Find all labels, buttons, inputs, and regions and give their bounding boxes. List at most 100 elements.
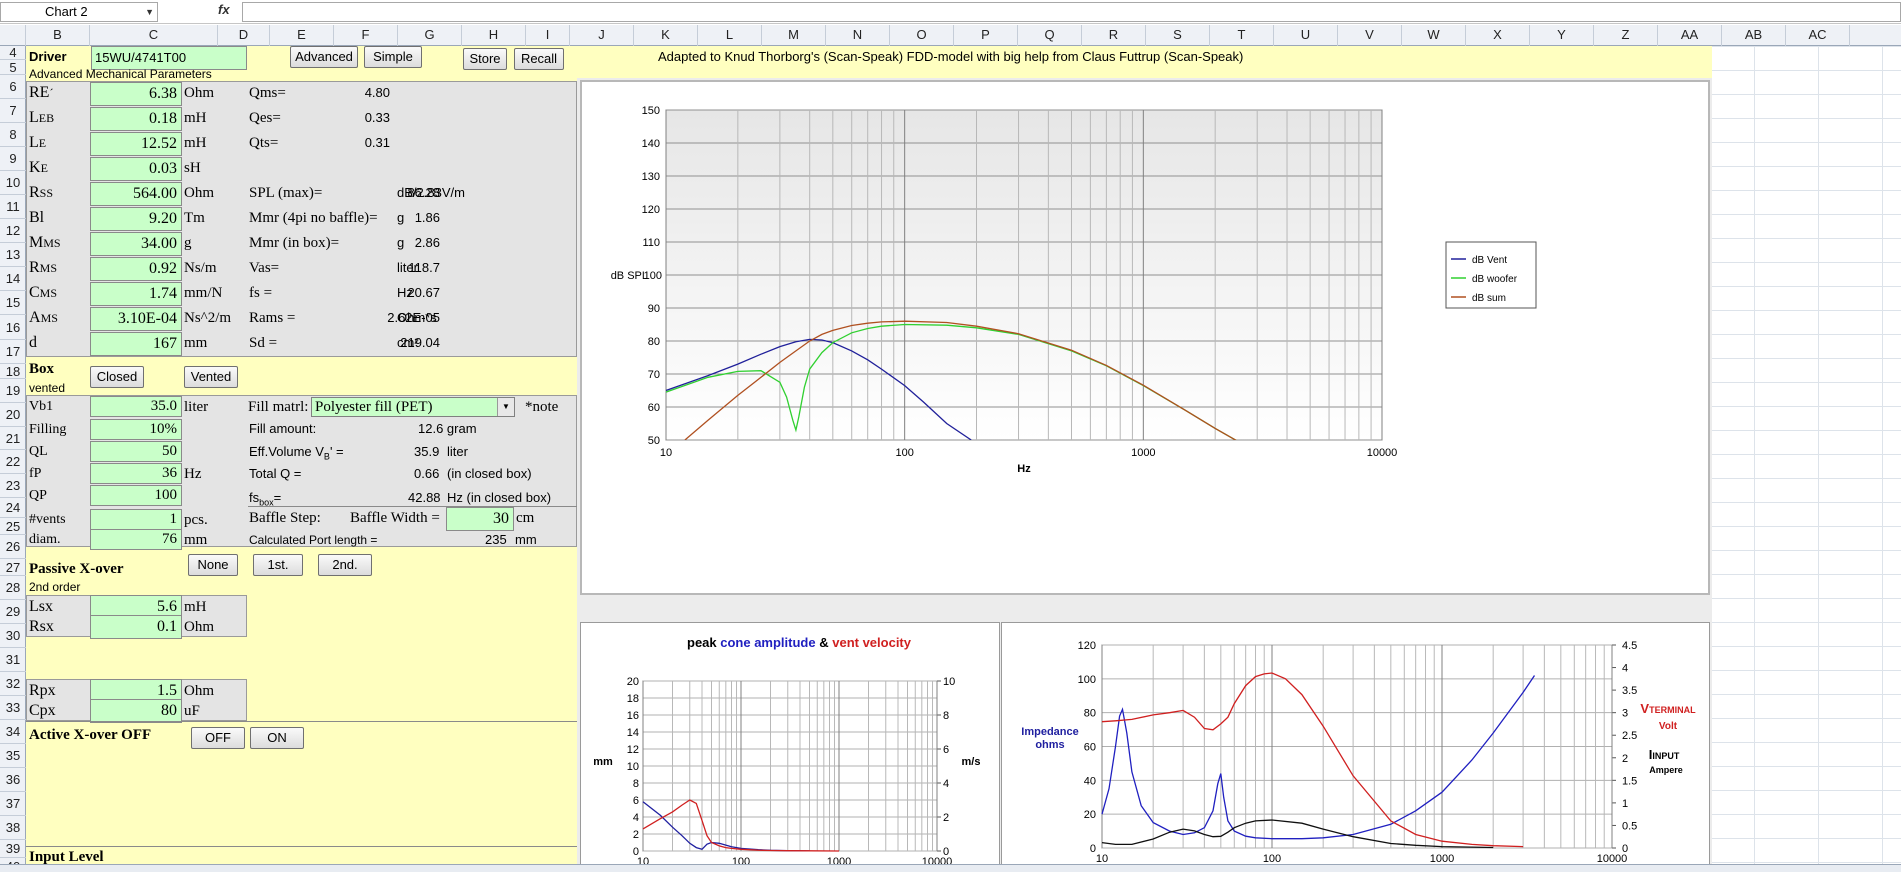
row-header[interactable]: 4 bbox=[0, 46, 26, 60]
row-header[interactable]: 19 bbox=[0, 379, 26, 403]
fill-material-select[interactable]: Polyester fill (PET) ▼ bbox=[311, 397, 515, 417]
column-header[interactable]: Q bbox=[1018, 25, 1082, 46]
row-header[interactable]: 27 bbox=[0, 559, 26, 576]
column-header[interactable]: C bbox=[90, 25, 218, 46]
column-header[interactable]: P bbox=[954, 25, 1018, 46]
fx-icon[interactable]: fx bbox=[218, 2, 230, 17]
box-param-field[interactable]: 100 bbox=[90, 485, 182, 506]
chevron-down-icon[interactable]: ▼ bbox=[497, 398, 514, 416]
row-header[interactable]: 15 bbox=[0, 291, 26, 315]
column-header[interactable]: G bbox=[398, 25, 462, 46]
box-param-field[interactable]: 76 bbox=[90, 529, 182, 550]
row-header[interactable]: 26 bbox=[0, 535, 26, 559]
column-header[interactable]: J bbox=[570, 25, 634, 46]
box-param-field[interactable]: 50 bbox=[90, 441, 182, 462]
row-header[interactable]: 25 bbox=[0, 518, 26, 535]
param-value-field[interactable]: 1.74 bbox=[90, 282, 182, 306]
row-header[interactable]: 16 bbox=[0, 315, 26, 340]
row-header[interactable]: 21 bbox=[0, 427, 26, 450]
row-header[interactable]: 33 bbox=[0, 696, 26, 720]
row-header[interactable]: 14 bbox=[0, 267, 26, 291]
off-button[interactable]: OFF bbox=[191, 727, 245, 749]
closed-button[interactable]: Closed bbox=[90, 366, 144, 388]
param-value-field[interactable]: 6.38 bbox=[90, 82, 182, 106]
column-header[interactable]: AC bbox=[1786, 25, 1850, 46]
param-value-field[interactable]: 167 bbox=[90, 332, 182, 356]
first-order-button[interactable]: 1st. bbox=[253, 554, 303, 576]
row-header[interactable]: 29 bbox=[0, 600, 26, 624]
baffle-width-field[interactable]: 30 bbox=[446, 507, 514, 531]
chevron-down-icon[interactable]: ▼ bbox=[145, 3, 154, 21]
param-value-field[interactable]: 34.00 bbox=[90, 232, 182, 256]
column-header[interactable]: Z bbox=[1594, 25, 1658, 46]
row-header[interactable]: 7 bbox=[0, 99, 26, 123]
simple-button[interactable]: Simple bbox=[364, 46, 422, 68]
row-header[interactable]: 13 bbox=[0, 243, 26, 267]
row-header[interactable]: 34 bbox=[0, 720, 26, 744]
row-header[interactable]: 12 bbox=[0, 219, 26, 243]
row-header[interactable]: 32 bbox=[0, 672, 26, 696]
param-value-field[interactable]: 564.00 bbox=[90, 182, 182, 206]
name-box[interactable]: Chart 2 ▼ bbox=[0, 2, 158, 22]
column-header[interactable]: S bbox=[1146, 25, 1210, 46]
column-header[interactable]: B bbox=[26, 25, 90, 46]
row-header[interactable]: 6 bbox=[0, 75, 26, 99]
sheet-tab-bar[interactable] bbox=[0, 864, 1901, 872]
column-header[interactable]: V bbox=[1338, 25, 1402, 46]
store-button[interactable]: Store bbox=[463, 48, 507, 70]
box-param-field[interactable]: 10% bbox=[90, 419, 182, 440]
second-order-button[interactable]: 2nd. bbox=[318, 554, 372, 576]
row-header[interactable]: 10 bbox=[0, 171, 26, 195]
column-header[interactable]: O bbox=[890, 25, 954, 46]
column-header[interactable]: U bbox=[1274, 25, 1338, 46]
param-value-field[interactable]: 0.18 bbox=[90, 107, 182, 131]
column-header[interactable]: I bbox=[526, 25, 570, 46]
column-header[interactable]: W bbox=[1402, 25, 1466, 46]
box-param-field[interactable]: 35.0 bbox=[90, 396, 182, 417]
column-header[interactable]: X bbox=[1466, 25, 1530, 46]
none-button[interactable]: None bbox=[188, 554, 238, 576]
param-value-field[interactable]: 12.52 bbox=[90, 132, 182, 156]
box-param-field[interactable]: 36 bbox=[90, 463, 182, 484]
cpx-field[interactable]: 80 bbox=[90, 699, 182, 723]
param-value-field[interactable]: 9.20 bbox=[90, 207, 182, 231]
row-header[interactable]: 18 bbox=[0, 364, 26, 379]
column-header[interactable]: K bbox=[634, 25, 698, 46]
row-header[interactable]: 28 bbox=[0, 576, 26, 600]
row-header[interactable]: 36 bbox=[0, 768, 26, 792]
column-header[interactable]: AA bbox=[1658, 25, 1722, 46]
formula-input[interactable] bbox=[242, 2, 1901, 22]
row-header[interactable]: 11 bbox=[0, 195, 26, 219]
row-header[interactable]: 24 bbox=[0, 498, 26, 518]
rsx-field[interactable]: 0.1 bbox=[90, 615, 182, 639]
row-header[interactable]: 39 bbox=[0, 840, 26, 858]
column-header[interactable]: R bbox=[1082, 25, 1146, 46]
spl-chart[interactable]: 50 60 70 80 90 100 110 120 130 140 150 10 100 1000 100… bbox=[580, 80, 1710, 595]
row-header[interactable]: 38 bbox=[0, 816, 26, 840]
on-button[interactable]: ON bbox=[250, 727, 304, 749]
row-header[interactable]: 17 bbox=[0, 340, 26, 364]
column-header[interactable]: T bbox=[1210, 25, 1274, 46]
row-header[interactable]: 8 bbox=[0, 123, 26, 147]
recall-button[interactable]: Recall bbox=[514, 48, 564, 70]
advanced-button[interactable]: Advanced bbox=[290, 46, 358, 68]
column-header[interactable]: Y bbox=[1530, 25, 1594, 46]
row-header[interactable]: 37 bbox=[0, 792, 26, 816]
impedance-chart[interactable]: 0 20 40 60 80 100 120 0 0.5 1 1.5 2 2.5 3 3.5 4 4.5 10 100… bbox=[1001, 622, 1710, 872]
column-header[interactable]: D bbox=[218, 25, 270, 46]
select-all-corner[interactable] bbox=[0, 25, 26, 46]
column-header[interactable]: H bbox=[462, 25, 526, 46]
vented-button[interactable]: Vented bbox=[184, 366, 238, 388]
box-param-field[interactable]: 1 bbox=[90, 509, 182, 530]
row-header[interactable]: 23 bbox=[0, 474, 26, 498]
row-header[interactable]: 30 bbox=[0, 624, 26, 648]
row-header[interactable]: 20 bbox=[0, 403, 26, 427]
column-header[interactable]: L bbox=[698, 25, 762, 46]
param-value-field[interactable]: 0.03 bbox=[90, 157, 182, 181]
row-header[interactable]: 31 bbox=[0, 648, 26, 672]
row-header[interactable]: 5 bbox=[0, 60, 26, 75]
excursion-chart[interactable]: peak cone amplitude & vent velocity 0 2 4 6 8… bbox=[580, 622, 1000, 872]
row-header[interactable]: 9 bbox=[0, 147, 26, 171]
row-header[interactable]: 22 bbox=[0, 450, 26, 474]
column-header[interactable]: M bbox=[762, 25, 826, 46]
